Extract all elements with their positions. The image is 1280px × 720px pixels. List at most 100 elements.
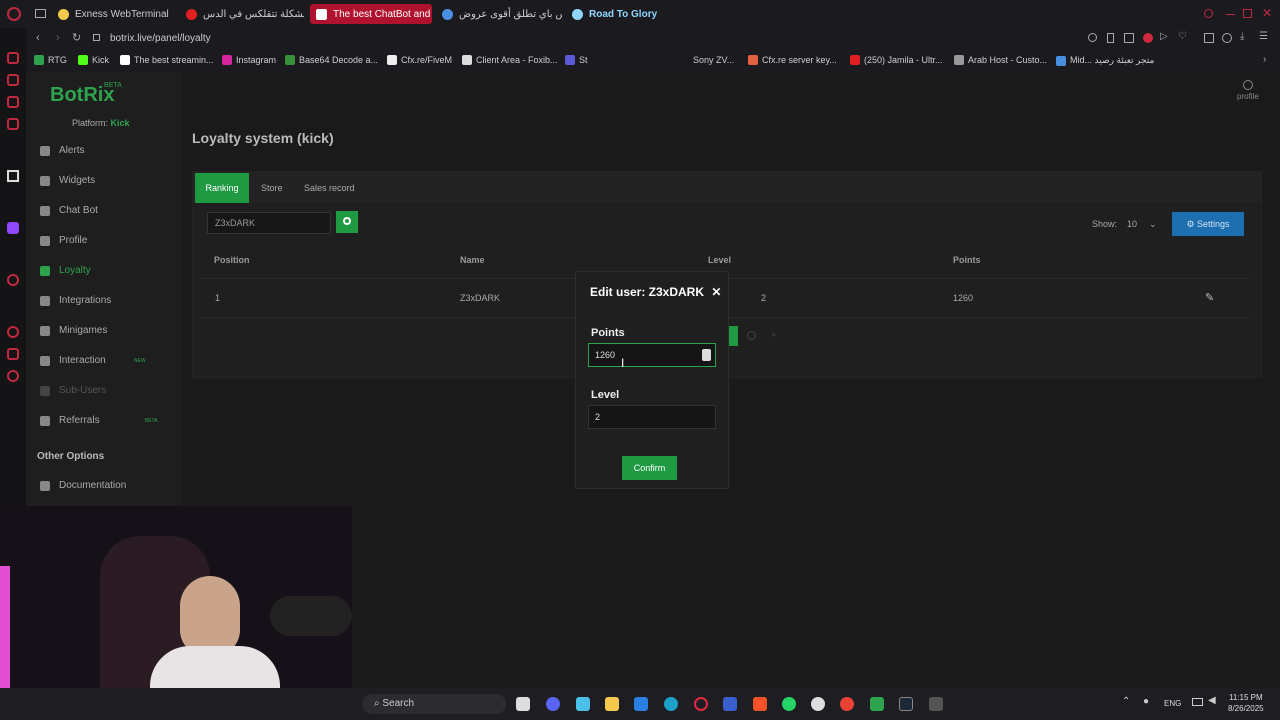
sidebar-app-icon[interactable] [7,96,19,108]
sidebar-ai-icon[interactable] [7,170,19,182]
bookmark-cfx-key[interactable]: Cfx.re server key... [748,55,837,65]
edit-pencil-icon[interactable]: ✎ [1205,291,1214,304]
taskbar-search[interactable]: ⌕ Search [362,694,506,714]
bookmarks-more-icon[interactable]: › [1263,54,1266,65]
nav-chat-bot[interactable]: Chat Bot [40,205,98,216]
bookmark-st[interactable]: St [565,55,588,65]
nav-minigames[interactable]: Minigames [40,325,107,336]
account-icon[interactable] [1222,33,1232,43]
pagination-next-icon[interactable] [747,331,756,340]
play-icon[interactable]: ▷ [1160,31,1168,42]
sidebar-app-icon[interactable] [7,74,19,86]
tab-ranking[interactable]: Ranking [195,173,249,203]
maximize-icon[interactable] [1243,9,1252,18]
tab-midas[interactable]: ميداس باي تطلق أقوى عروض... [442,4,562,24]
tab-sales-record[interactable]: Sales record [304,183,355,193]
whatsapp-icon[interactable] [782,697,796,711]
app-icon[interactable] [929,697,943,711]
search-button[interactable] [336,211,358,233]
mic-icon[interactable]: ● [1143,696,1149,707]
search-tabs-icon[interactable] [1204,9,1213,18]
bookmark-streaming[interactable]: The best streamin... [120,55,214,65]
nav-loyalty[interactable]: Loyalty [40,265,91,276]
snapshot-icon[interactable] [1124,33,1134,43]
bookmark-icon[interactable] [1107,33,1114,43]
task-view-icon[interactable] [516,697,530,711]
sidebar-twitch-icon[interactable] [7,222,19,234]
settings-button[interactable]: ⚙ Settings [1172,212,1244,236]
sidebar-app-icon[interactable] [7,326,19,338]
sidebar-app-icon[interactable] [7,52,19,64]
tab-store[interactable]: Store [261,183,283,193]
opera-icon[interactable] [694,697,708,711]
back-icon[interactable]: ‹ [36,32,40,44]
opera-logo-icon[interactable] [7,7,21,21]
arab-host-icon [954,55,964,65]
discord-icon[interactable] [546,697,560,711]
bookmark-midas[interactable]: Mid... متجر تعبئة رصيد [1056,55,1154,66]
bookmark-base64[interactable]: Base64 Decode a... [285,55,378,65]
bookmark-kick[interactable]: Kick [78,55,109,65]
bookmark-cfx[interactable]: Cfx.re/FiveM [387,55,452,65]
app-icon[interactable] [723,697,737,711]
language-indicator[interactable]: ENG [1164,699,1181,708]
brave-icon[interactable] [753,697,767,711]
volume-icon[interactable]: ◀ [1208,695,1216,706]
store-icon[interactable] [634,697,648,711]
nav-interaction[interactable]: Interaction NEW [40,355,146,366]
tab-road-to-glory[interactable]: Road To Glory [572,4,702,24]
search-input[interactable] [207,212,331,234]
tab-youtube[interactable]: حل مشكلة تتقلكس في الدس... [186,4,304,24]
bookmark-rtg[interactable]: RTG [34,55,67,65]
sidebar-app-icon[interactable] [7,274,19,286]
chrome-icon[interactable] [840,697,854,711]
tab-botrix[interactable]: The best ChatBot and W... [310,4,432,24]
forward-icon[interactable]: › [56,32,60,44]
profile-link[interactable]: profile [1237,80,1259,101]
close-icon[interactable]: ✕ [711,285,721,299]
tab-menu-icon[interactable] [35,9,46,18]
steam-icon[interactable] [899,697,913,711]
nav-widgets[interactable]: Widgets [40,175,95,186]
edge-icon[interactable] [664,697,678,711]
clock[interactable]: 11:15 PM 8/26/2025 [1228,692,1264,714]
sidebar-settings-icon[interactable] [7,370,19,382]
confirm-button[interactable]: Confirm [622,456,677,480]
bookmark-jamila[interactable]: (250) Jamila - Ultr... [850,55,943,65]
nav-sub-users[interactable]: Sub-Users [40,385,106,396]
nav-alerts[interactable]: Alerts [40,145,85,156]
show-select[interactable]: 10 ⌄ [1125,215,1161,233]
app-icon[interactable] [870,697,884,711]
folder-icon[interactable] [605,697,619,711]
url-field[interactable]: botrix.live/panel/loyalty [110,33,211,44]
network-icon[interactable] [1192,698,1203,706]
pagination-last-icon[interactable]: » [771,329,776,339]
points-input[interactable]: 1260 [588,343,716,367]
nav-referrals[interactable]: Referrals BETA [40,415,158,426]
record-icon[interactable] [1143,33,1153,43]
app-icon[interactable] [576,697,590,711]
pagination-current[interactable] [729,326,738,346]
heart-icon[interactable]: ♡ [1178,31,1187,42]
bookmark-arab-host[interactable]: Arab Host - Custo... [954,55,1047,65]
tray-chevron-icon[interactable]: ⌃ [1122,696,1130,707]
level-input[interactable]: 2 [588,405,716,429]
menu-icon[interactable]: ☰ [1259,31,1268,42]
nav-documentation[interactable]: Documentation [40,480,126,491]
download-icon[interactable]: ⤓ [1240,31,1244,42]
reload-icon[interactable]: ↻ [72,31,81,44]
nav-integrations[interactable]: Integrations [40,295,111,306]
zoom-icon[interactable] [1088,33,1097,42]
close-window-icon[interactable]: ✕ [1262,6,1272,20]
tab-exness[interactable]: Exness WebTerminal [58,4,178,24]
bookmark-client-area[interactable]: Client Area - Foxib... [462,55,558,65]
app-icon[interactable] [811,697,825,711]
sidebar-app-icon[interactable] [7,118,19,130]
bookmark-sony[interactable]: Sony ZV... [693,55,734,65]
bookmark-instagram[interactable]: Instagram [222,55,276,65]
sidebar-app-icon[interactable] [7,348,19,360]
nav-profile[interactable]: Profile [40,235,87,246]
minimize-icon[interactable] [1226,14,1235,15]
extensions-icon[interactable] [1204,33,1214,43]
number-spinner-icon[interactable] [702,349,711,361]
